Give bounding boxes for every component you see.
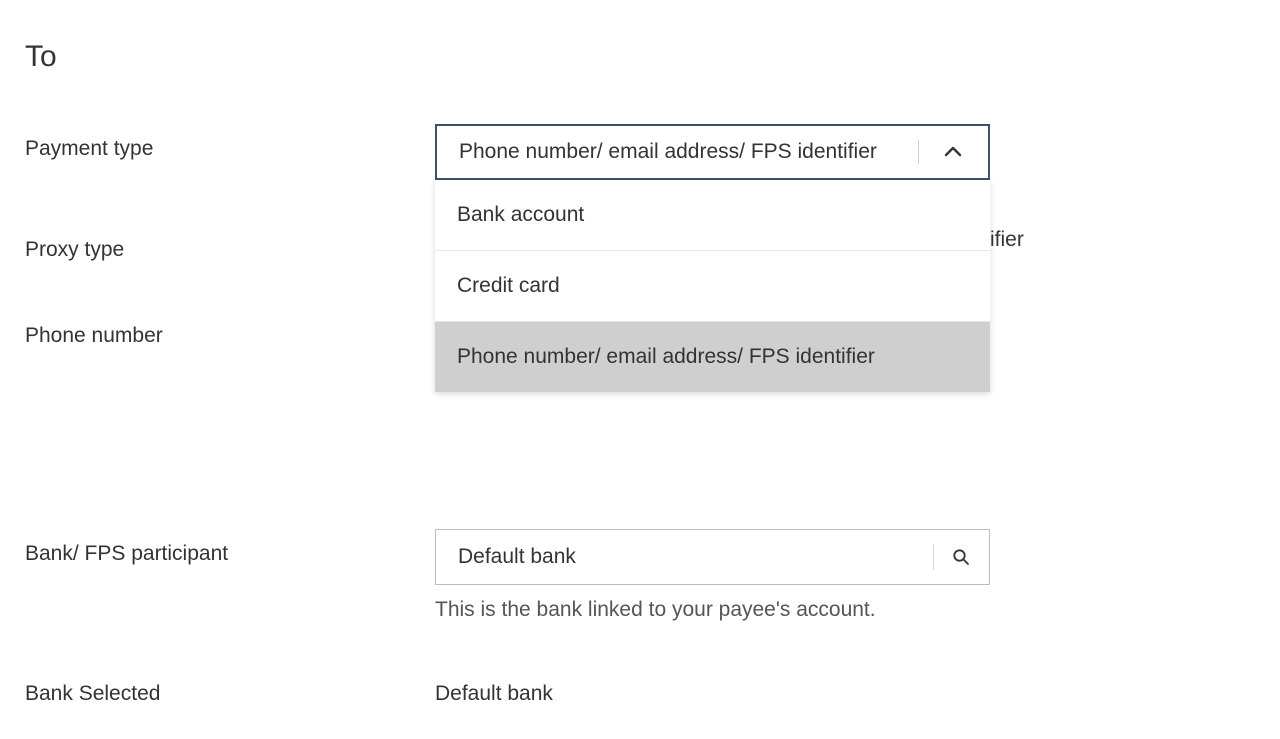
payment-type-selected-value: Phone number/ email address/ FPS identif… xyxy=(437,140,918,164)
payment-to-section: To Payment type Phone number/ email addr… xyxy=(0,0,1280,739)
bank-participant-helper: This is the bank linked to your payee's … xyxy=(435,598,876,622)
bank-divider xyxy=(933,544,934,570)
bank-selected-value: Default bank xyxy=(435,682,553,706)
payment-type-option-fps-identifier[interactable]: Phone number/ email address/ FPS identif… xyxy=(435,322,990,392)
chevron-up-icon xyxy=(944,146,962,158)
label-bank-selected: Bank Selected xyxy=(25,682,160,706)
section-title-to: To xyxy=(25,40,57,74)
payment-type-arrow-cell xyxy=(918,126,988,178)
search-icon xyxy=(952,548,970,566)
bank-participant-icon-cell xyxy=(933,530,989,584)
payment-type-select[interactable]: Phone number/ email address/ FPS identif… xyxy=(435,124,990,180)
payment-type-option-credit-card[interactable]: Credit card xyxy=(435,251,990,322)
label-phone-number: Phone number xyxy=(25,324,163,348)
bank-participant-select[interactable]: Default bank xyxy=(435,529,990,585)
proxy-type-obscured-text: ifier xyxy=(990,228,1024,252)
bank-participant-value: Default bank xyxy=(436,545,933,569)
payment-type-option-bank-account[interactable]: Bank account xyxy=(435,180,990,251)
label-bank-participant: Bank/ FPS participant xyxy=(25,542,228,566)
label-proxy-type: Proxy type xyxy=(25,238,124,262)
select-divider xyxy=(918,140,919,164)
payment-type-dropdown: Bank account Credit card Phone number/ e… xyxy=(435,180,990,392)
label-payment-type: Payment type xyxy=(25,137,153,161)
